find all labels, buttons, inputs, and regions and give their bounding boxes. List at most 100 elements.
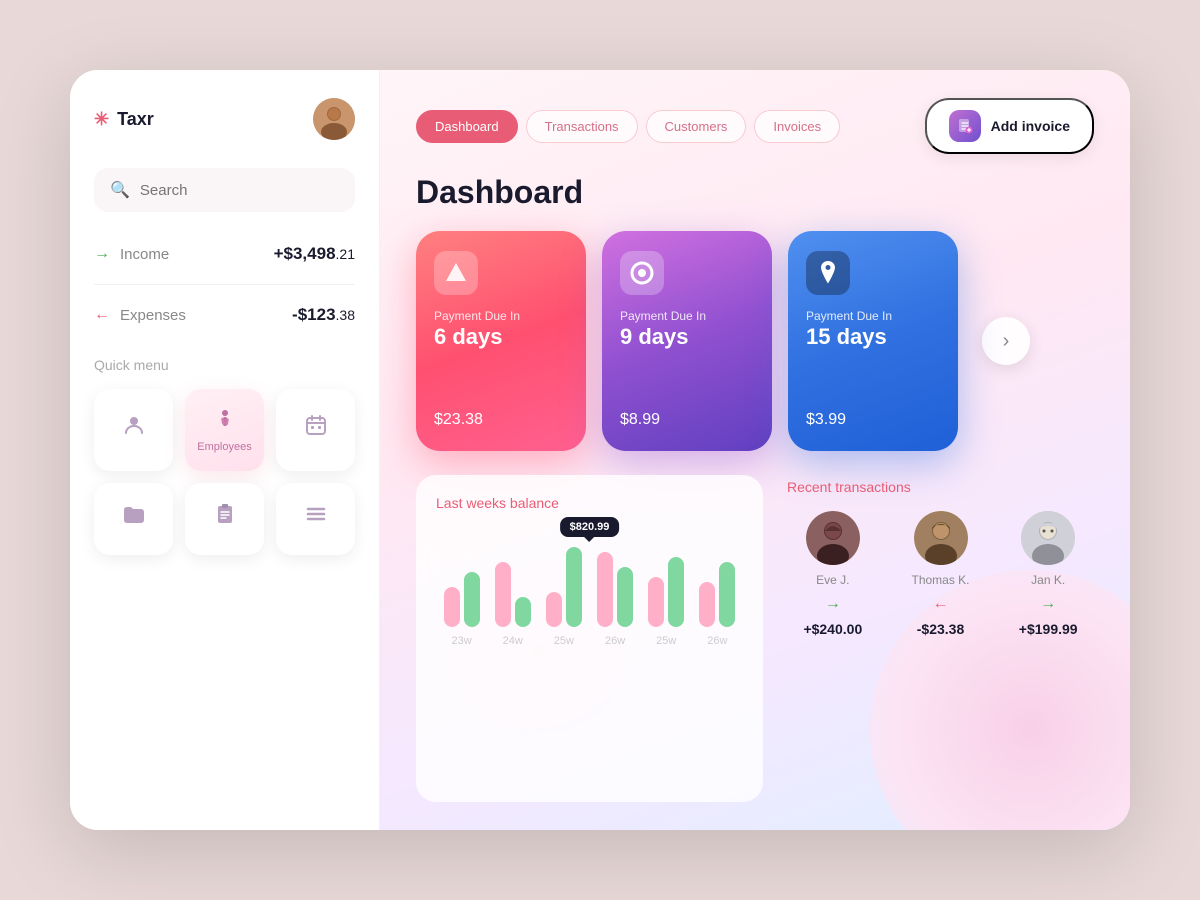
logo-area: ✳ Taxr — [94, 109, 154, 130]
divider — [94, 284, 355, 285]
sidebar-item-clipboard[interactable] — [185, 483, 264, 555]
transaction-amount-3: +$199.99 — [1019, 621, 1078, 637]
chart-label-6: 26w — [707, 635, 727, 647]
bottom-section: Last weeks balance $820.99 — [416, 475, 1094, 802]
employees-icon — [213, 407, 237, 437]
card-due-label-2: Payment Due In — [620, 309, 754, 323]
bar — [444, 587, 460, 627]
card-logo-2 — [620, 251, 664, 295]
expenses-arrow-icon: ← — [94, 306, 110, 324]
expenses-label: Expenses — [120, 307, 186, 324]
sidebar-item-calendar[interactable] — [276, 389, 355, 471]
folder-icon — [122, 502, 146, 532]
avatar[interactable] — [313, 98, 355, 140]
clipboard-icon — [213, 502, 237, 532]
income-value: +$3,498.21 — [274, 244, 355, 264]
transaction-avatar-1 — [806, 511, 860, 565]
search-box[interactable]: 🔍 — [94, 168, 355, 212]
bar-group-6 — [699, 562, 735, 627]
bar — [495, 562, 511, 627]
balance-section: Last weeks balance $820.99 — [416, 475, 763, 802]
chart-label-5: 25w — [656, 635, 676, 647]
transaction-list: Eve J. → +$240.00 — [787, 511, 1094, 637]
transaction-item-3: Jan K. → +$199.99 — [1002, 511, 1094, 637]
page-title: Dashboard — [416, 174, 1094, 211]
transaction-item-2: Thomas K. ← -$23.38 — [895, 511, 987, 637]
bar — [566, 547, 582, 627]
transaction-name-3: Jan K. — [1031, 573, 1065, 587]
chart-label-1: 23w — [451, 635, 471, 647]
card-due-label-1: Payment Due In — [434, 309, 568, 323]
chart-area: $820.99 — [436, 527, 743, 637]
employees-label: Employees — [197, 441, 251, 453]
sidebar: ✳ Taxr 🔍 → Income — [70, 70, 380, 830]
transaction-name-1: Eve J. — [816, 573, 849, 587]
bar-group-4 — [597, 552, 633, 627]
card-amount-2: $8.99 — [620, 399, 754, 431]
search-input[interactable] — [140, 182, 339, 199]
quick-menu-label: Quick menu — [94, 357, 355, 375]
chart-labels: 23w 24w 25w 26w 25w 26w — [436, 635, 743, 647]
payment-card-3: Payment Due In 15 days $3.99 — [788, 231, 958, 451]
sidebar-item-folder[interactable] — [94, 483, 173, 555]
sidebar-item-menu[interactable] — [276, 483, 355, 555]
card-amount-3: $3.99 — [806, 399, 940, 431]
payment-cards: Payment Due In 6 days $23.38 Payment Due — [416, 231, 1094, 451]
search-icon: 🔍 — [110, 180, 130, 200]
card-amount-1: $23.38 — [434, 399, 568, 431]
bar-group-5 — [648, 557, 684, 627]
bar-group-2 — [495, 562, 531, 627]
transaction-direction-3: → — [1040, 595, 1056, 613]
card-logo-3 — [806, 251, 850, 295]
bar — [648, 577, 664, 627]
payment-card-1: Payment Due In 6 days $23.38 — [416, 231, 586, 451]
expenses-row: ← Expenses -$123.38 — [94, 305, 355, 325]
transaction-amount-2: -$23.38 — [917, 621, 965, 637]
tabs-left: Dashboard Transactions Customers Invoice… — [416, 110, 840, 143]
tab-transactions[interactable]: Transactions — [526, 110, 638, 143]
next-button[interactable]: › — [982, 317, 1030, 365]
app-name: Taxr — [117, 109, 154, 130]
bar — [546, 592, 562, 627]
transaction-name-2: Thomas K. — [911, 573, 969, 587]
chart-label-2: 24w — [503, 635, 523, 647]
transactions-section: Recent transactions — [787, 475, 1094, 802]
main-content: Dashboard Transactions Customers Invoice… — [380, 70, 1130, 830]
bars-container — [436, 527, 743, 627]
bar — [699, 582, 715, 627]
card-due-label-3: Payment Due In — [806, 309, 940, 323]
sidebar-item-contacts[interactable] — [94, 389, 173, 471]
card-due-days-2: 9 days — [620, 325, 754, 349]
sidebar-item-employees[interactable]: Employees — [185, 389, 264, 471]
add-invoice-icon — [949, 110, 981, 142]
bar — [668, 557, 684, 627]
sidebar-header: ✳ Taxr — [94, 98, 355, 140]
tab-invoices[interactable]: Invoices — [754, 110, 840, 143]
tab-customers[interactable]: Customers — [646, 110, 747, 143]
hamburger-icon — [304, 502, 328, 532]
bar — [515, 597, 531, 627]
expenses-value: -$123.38 — [292, 305, 355, 325]
chart-tooltip: $820.99 — [560, 517, 620, 537]
add-invoice-label: Add invoice — [991, 118, 1070, 134]
quick-menu-grid: Employees — [94, 389, 355, 555]
financials: → Income +$3,498.21 ← Expenses -$123.38 — [94, 244, 355, 325]
contacts-icon — [122, 413, 146, 443]
income-label: Income — [120, 246, 169, 263]
balance-title: Last weeks balance — [436, 495, 743, 511]
payment-card-2: Payment Due In 9 days $8.99 — [602, 231, 772, 451]
transaction-avatar-3 — [1021, 511, 1075, 565]
bar-group-1 — [444, 572, 480, 627]
app-container: ✳ Taxr 🔍 → Income — [70, 70, 1130, 830]
card-logo-1 — [434, 251, 478, 295]
add-invoice-button[interactable]: Add invoice — [925, 98, 1094, 154]
card-due-days-1: 6 days — [434, 325, 568, 349]
tab-dashboard[interactable]: Dashboard — [416, 110, 518, 143]
logo-icon: ✳ — [94, 109, 109, 130]
transaction-amount-1: +$240.00 — [803, 621, 862, 637]
bar — [464, 572, 480, 627]
bar — [719, 562, 735, 627]
bar — [617, 567, 633, 627]
nav-tabs: Dashboard Transactions Customers Invoice… — [416, 98, 1094, 154]
bar — [597, 552, 613, 627]
